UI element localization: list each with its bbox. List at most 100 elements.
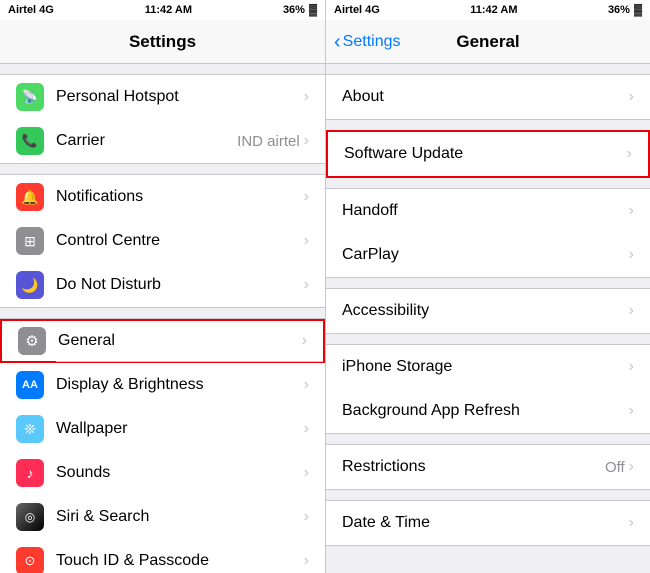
- right-group-restrictions: Restrictions Off ›: [326, 444, 650, 490]
- right-section-about: About ›: [326, 74, 650, 120]
- siri-label: Siri & Search: [56, 508, 304, 526]
- date-time-chevron: ›: [629, 514, 634, 532]
- left-group-3: ⚙ General › AA Display & Brightness › ❊: [0, 318, 325, 573]
- right-section-software: Software Update ›: [326, 130, 650, 178]
- left-time: 11:42 AM: [145, 4, 192, 16]
- right-battery-icon: ▓: [634, 4, 642, 16]
- restrictions-chevron: ›: [629, 458, 634, 476]
- right-section-storage: iPhone Storage › Background App Refresh …: [326, 344, 650, 434]
- left-status-right: 36% ▓: [283, 4, 317, 16]
- right-status-left: Airtel 4G: [334, 4, 380, 16]
- right-title: General: [456, 32, 519, 52]
- wallpaper-label: Wallpaper: [56, 420, 304, 438]
- left-title: Settings: [129, 32, 196, 52]
- control-centre-icon: ⊞: [16, 227, 44, 255]
- wallpaper-chevron: ›: [304, 420, 309, 438]
- touchid-icon: ⊙: [16, 547, 44, 573]
- notifications-icon: 🔔: [16, 183, 44, 211]
- right-status-right: 36% ▓: [608, 4, 642, 16]
- row-do-not-disturb[interactable]: 🌙 Do Not Disturb ›: [0, 263, 325, 307]
- row-sounds[interactable]: ♪ Sounds ›: [0, 451, 325, 495]
- sounds-chevron: ›: [304, 464, 309, 482]
- row-bg-refresh[interactable]: Background App Refresh ›: [326, 389, 650, 433]
- software-update-chevron: ›: [627, 145, 632, 163]
- row-hotspot[interactable]: 📡 Personal Hotspot ›: [0, 75, 325, 119]
- notifications-label: Notifications: [56, 188, 304, 206]
- right-panel: Airtel 4G 11:42 AM 36% ▓ ‹ Settings Gene…: [325, 0, 650, 573]
- left-scroll[interactable]: 📡 Personal Hotspot › 📞 Carrier IND airte…: [0, 64, 325, 573]
- right-section-restrictions: Restrictions Off ›: [326, 444, 650, 490]
- right-time: 11:42 AM: [470, 4, 517, 16]
- left-panel: Airtel 4G 11:42 AM 36% ▓ Settings 📡 Pers…: [0, 0, 325, 573]
- touchid-chevron: ›: [304, 552, 309, 570]
- row-handoff[interactable]: Handoff ›: [326, 189, 650, 233]
- sounds-icon: ♪: [16, 459, 44, 487]
- left-section-1: 📡 Personal Hotspot › 📞 Carrier IND airte…: [0, 74, 325, 164]
- right-group-handoff: Handoff › CarPlay ›: [326, 188, 650, 278]
- right-section-accessibility: Accessibility ›: [326, 288, 650, 334]
- general-chevron: ›: [302, 332, 307, 350]
- carplay-label: CarPlay: [342, 246, 629, 264]
- row-wallpaper[interactable]: ❊ Wallpaper ›: [0, 407, 325, 451]
- wallpaper-icon: ❊: [16, 415, 44, 443]
- row-notifications[interactable]: 🔔 Notifications ›: [0, 175, 325, 219]
- hotspot-icon: 📡: [16, 83, 44, 111]
- right-carrier: Airtel 4G: [334, 4, 380, 16]
- sounds-label: Sounds: [56, 464, 304, 482]
- right-section-datetime: Date & Time ›: [326, 500, 650, 546]
- back-label: Settings: [343, 33, 401, 51]
- carrier-label: Carrier: [56, 132, 237, 150]
- back-button[interactable]: ‹ Settings: [334, 32, 400, 52]
- display-chevron: ›: [304, 376, 309, 394]
- left-status-bar: Airtel 4G 11:42 AM 36% ▓: [0, 0, 325, 20]
- row-carrier[interactable]: 📞 Carrier IND airtel ›: [0, 119, 325, 163]
- bg-refresh-chevron: ›: [629, 402, 634, 420]
- row-carplay[interactable]: CarPlay ›: [326, 233, 650, 277]
- software-update-label: Software Update: [344, 145, 627, 163]
- row-display[interactable]: AA Display & Brightness ›: [0, 363, 325, 407]
- row-restrictions[interactable]: Restrictions Off ›: [326, 445, 650, 489]
- siri-icon: ◎: [16, 503, 44, 531]
- row-about[interactable]: About ›: [326, 75, 650, 119]
- row-date-time[interactable]: Date & Time ›: [326, 501, 650, 545]
- control-centre-chevron: ›: [304, 232, 309, 250]
- control-centre-label: Control Centre: [56, 232, 304, 250]
- carrier-icon: 📞: [16, 127, 44, 155]
- row-general[interactable]: ⚙ General ›: [0, 319, 325, 363]
- left-group-1: 📡 Personal Hotspot › 📞 Carrier IND airte…: [0, 74, 325, 164]
- about-label: About: [342, 88, 629, 106]
- date-time-label: Date & Time: [342, 514, 629, 532]
- row-iphone-storage[interactable]: iPhone Storage ›: [326, 345, 650, 389]
- do-not-disturb-icon: 🌙: [16, 271, 44, 299]
- bg-refresh-label: Background App Refresh: [342, 402, 629, 420]
- right-group-accessibility: Accessibility ›: [326, 288, 650, 334]
- row-siri[interactable]: ◎ Siri & Search ›: [0, 495, 325, 539]
- iphone-storage-chevron: ›: [629, 358, 634, 376]
- do-not-disturb-chevron: ›: [304, 276, 309, 294]
- hotspot-chevron: ›: [304, 88, 309, 106]
- left-section-3: ⚙ General › AA Display & Brightness › ❊: [0, 318, 325, 573]
- display-icon: AA: [16, 371, 44, 399]
- left-battery-icon: ▓: [309, 4, 317, 16]
- row-software-update[interactable]: Software Update ›: [328, 132, 648, 176]
- display-label: Display & Brightness: [56, 376, 304, 394]
- left-carrier: Airtel 4G: [8, 4, 54, 16]
- row-accessibility[interactable]: Accessibility ›: [326, 289, 650, 333]
- row-control-centre[interactable]: ⊞ Control Centre ›: [0, 219, 325, 263]
- restrictions-label: Restrictions: [342, 458, 605, 476]
- iphone-storage-label: iPhone Storage: [342, 358, 629, 376]
- right-group-datetime: Date & Time ›: [326, 500, 650, 546]
- left-status-left: Airtel 4G: [8, 4, 54, 16]
- right-scroll[interactable]: About › Software Update › Handoff ›: [326, 64, 650, 573]
- hotspot-label: Personal Hotspot: [56, 88, 304, 106]
- back-chevron-icon: ‹: [334, 32, 341, 52]
- right-status-bar: Airtel 4G 11:42 AM 36% ▓: [326, 0, 650, 20]
- touchid-label: Touch ID & Passcode: [56, 552, 304, 570]
- carrier-value: IND airtel: [237, 133, 300, 150]
- row-touchid[interactable]: ⊙ Touch ID & Passcode ›: [0, 539, 325, 573]
- handoff-chevron: ›: [629, 202, 634, 220]
- right-group-storage: iPhone Storage › Background App Refresh …: [326, 344, 650, 434]
- right-battery: 36%: [608, 4, 630, 16]
- right-group-software: Software Update ›: [326, 130, 650, 178]
- do-not-disturb-label: Do Not Disturb: [56, 276, 304, 294]
